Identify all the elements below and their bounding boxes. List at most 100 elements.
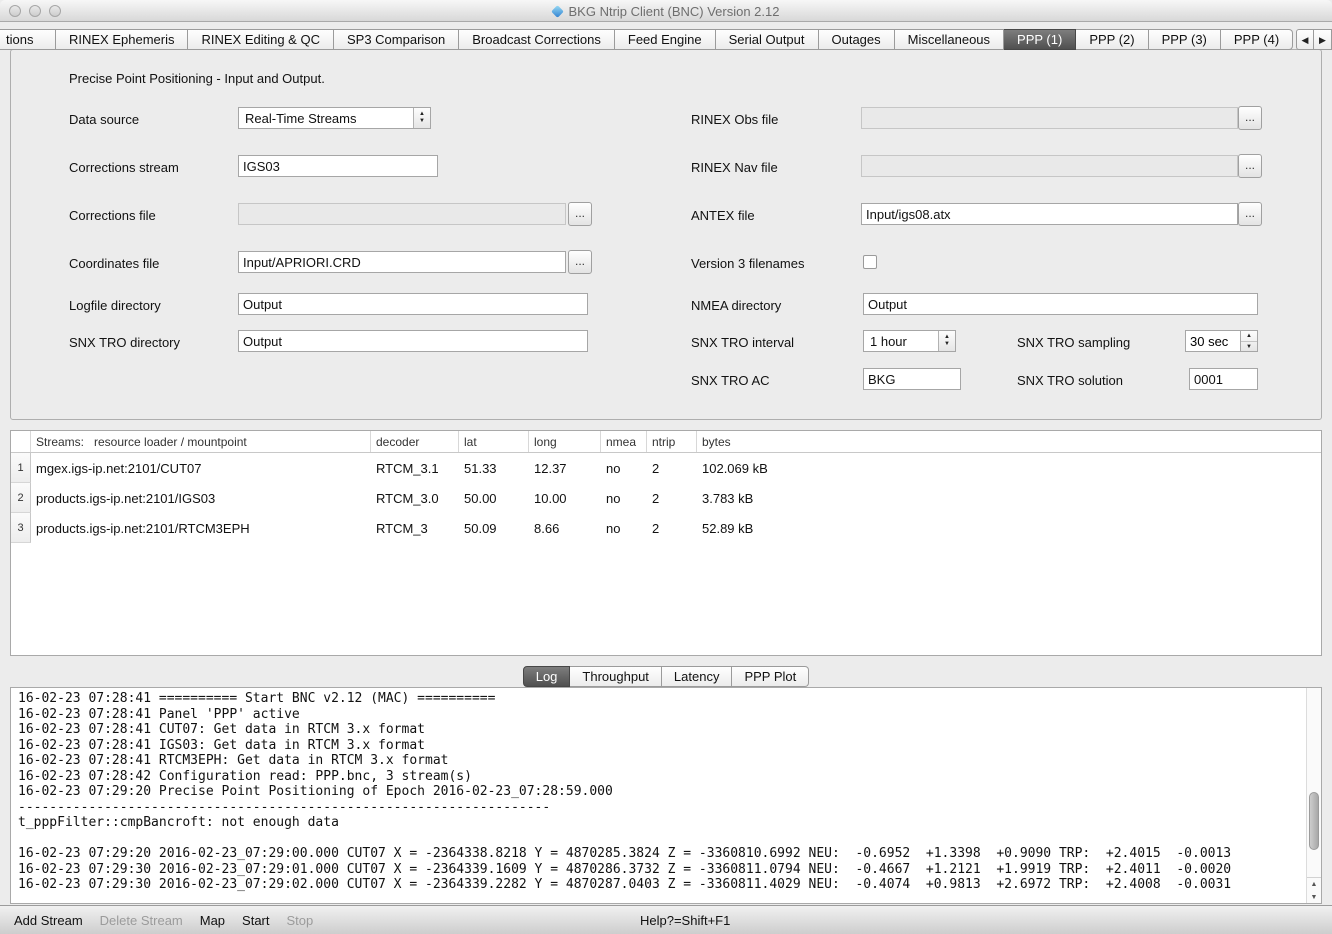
delete-stream-button[interactable]: Delete Stream <box>100 913 183 928</box>
minimize-window-button[interactable] <box>29 5 41 17</box>
close-window-button[interactable] <box>9 5 21 17</box>
tab-scroll-left-button[interactable]: ◀ <box>1296 29 1314 50</box>
tab-miscellaneous[interactable]: Miscellaneous <box>895 29 1004 50</box>
panel-heading: Precise Point Positioning - Input and Ou… <box>69 71 325 86</box>
corrections-file-label: Corrections file <box>69 208 156 223</box>
stepper-down-button[interactable]: ▼ <box>1241 341 1257 352</box>
scroll-up-button[interactable]: ▲ <box>1307 878 1321 891</box>
snx-tro-directory-input[interactable] <box>238 330 588 352</box>
antex-file-input[interactable] <box>861 203 1238 225</box>
rinex-nav-file-input <box>861 155 1238 177</box>
corrections-file-input <box>238 203 566 225</box>
main-tabbar: tions RINEX Ephemeris RINEX Editing & QC… <box>0 29 1293 50</box>
cell-lat: 50.00 <box>459 483 529 513</box>
combo-arrows-icon: ▲▼ <box>413 108 430 128</box>
coordinates-file-browse-button[interactable]: ... <box>568 250 592 274</box>
nmea-directory-label: NMEA directory <box>691 298 781 313</box>
cell-ntrip: 2 <box>647 513 697 543</box>
stream-row[interactable]: 3 products.igs-ip.net:2101/RTCM3EPH RTCM… <box>11 513 1321 543</box>
tab-feed-engine[interactable]: Feed Engine <box>615 29 716 50</box>
stream-row[interactable]: 2 products.igs-ip.net:2101/IGS03 RTCM_3.… <box>11 483 1321 513</box>
cell-decoder: RTCM_3.0 <box>371 483 459 513</box>
up-arrow-icon: ▲ <box>419 111 425 118</box>
stepper-up-button[interactable]: ▲ <box>1241 331 1257 341</box>
down-arrow-icon: ▼ <box>419 118 425 125</box>
tab-sp3-comparison[interactable]: SP3 Comparison <box>334 29 459 50</box>
data-source-select[interactable]: Real-Time Streams ▲▼ <box>238 107 431 129</box>
row-number-cell: 2 <box>11 483 31 513</box>
tab-latency[interactable]: Latency <box>662 666 733 687</box>
snx-tro-solution-input[interactable] <box>1189 368 1258 390</box>
cell-nmea: no <box>601 513 647 543</box>
stepper-arrows: ▲▼ <box>1241 330 1258 352</box>
logfile-directory-label: Logfile directory <box>69 298 161 313</box>
col-header-bytes: bytes <box>697 431 1321 452</box>
up-arrow-icon: ▲ <box>944 334 950 341</box>
streams-corner-cell <box>11 431 31 452</box>
rinex-nav-browse-button[interactable]: ... <box>1238 154 1262 178</box>
log-vertical-scrollbar[interactable]: ▲ ▼ <box>1306 688 1321 903</box>
tab-options-truncated[interactable]: tions <box>0 29 56 50</box>
corrections-stream-input[interactable] <box>238 155 438 177</box>
version3-filenames-checkbox[interactable] <box>863 255 877 269</box>
log-panel: 16-02-23 07:28:41 ========== Start BNC v… <box>10 687 1322 904</box>
tab-log[interactable]: Log <box>523 666 571 687</box>
tab-ppp-3[interactable]: PPP (3) <box>1149 29 1221 50</box>
log-output: 16-02-23 07:28:41 ========== Start BNC v… <box>11 688 1321 903</box>
ppp1-panel: Precise Point Positioning - Input and Ou… <box>10 49 1322 420</box>
tab-ppp-2[interactable]: PPP (2) <box>1076 29 1148 50</box>
row-number-cell: 1 <box>11 453 31 483</box>
snx-tro-solution-label: SNX TRO solution <box>1017 373 1123 388</box>
cell-bytes: 102.069 kB <box>697 453 1321 483</box>
tab-ppp-plot[interactable]: PPP Plot <box>732 666 809 687</box>
corrections-file-browse-button[interactable]: ... <box>568 202 592 226</box>
zoom-window-button[interactable] <box>49 5 61 17</box>
map-button[interactable]: Map <box>200 913 225 928</box>
down-arrow-icon: ▼ <box>944 341 950 348</box>
tab-rinex-editing-qc[interactable]: RINEX Editing & QC <box>188 29 334 50</box>
tab-scroll-right-button[interactable]: ▶ <box>1314 29 1332 50</box>
data-source-label: Data source <box>69 112 139 127</box>
col-header-ntrip: ntrip <box>647 431 697 452</box>
coordinates-file-input[interactable] <box>238 251 566 273</box>
scrollbar-arrow-buttons: ▲ ▼ <box>1307 877 1321 903</box>
mountpoint-header-text: resource loader / mountpoint <box>94 435 247 449</box>
tab-ppp-4[interactable]: PPP (4) <box>1221 29 1293 50</box>
antex-browse-button[interactable]: ... <box>1238 202 1262 226</box>
row-number-cell: 3 <box>11 513 31 543</box>
streams-label: Streams: <box>36 435 84 449</box>
window-title-text: BKG Ntrip Client (BNC) Version 2.12 <box>569 4 780 19</box>
tab-rinex-ephemeris[interactable]: RINEX Ephemeris <box>56 29 188 50</box>
tab-outages[interactable]: Outages <box>819 29 895 50</box>
corrections-stream-label: Corrections stream <box>69 160 179 175</box>
rinex-nav-file-label: RINEX Nav file <box>691 160 778 175</box>
rinex-obs-browse-button[interactable]: ... <box>1238 106 1262 130</box>
tab-serial-output[interactable]: Serial Output <box>716 29 819 50</box>
tab-ppp-1[interactable]: PPP (1) <box>1004 29 1076 50</box>
antex-file-label: ANTEX file <box>691 208 755 223</box>
tab-throughput[interactable]: Throughput <box>570 666 662 687</box>
data-source-value: Real-Time Streams <box>245 111 356 126</box>
logfile-directory-input[interactable] <box>238 293 588 315</box>
titlebar: BKG Ntrip Client (BNC) Version 2.12 <box>0 0 1332 22</box>
coordinates-file-label: Coordinates file <box>69 256 159 271</box>
add-stream-button[interactable]: Add Stream <box>14 913 83 928</box>
snx-tro-interval-select[interactable]: 1 hour ▲▼ <box>863 330 956 352</box>
cell-ntrip: 2 <box>647 453 697 483</box>
cell-ntrip: 2 <box>647 483 697 513</box>
stop-button[interactable]: Stop <box>287 913 314 928</box>
scroll-down-button[interactable]: ▼ <box>1307 891 1321 904</box>
snx-tro-interval-value: 1 hour <box>870 334 907 349</box>
streams-table-header: Streams:resource loader / mountpoint dec… <box>11 431 1321 453</box>
snx-tro-ac-input[interactable] <box>863 368 961 390</box>
app-icon <box>551 5 564 18</box>
cell-mountpoint: mgex.igs-ip.net:2101/CUT07 <box>31 453 371 483</box>
scrollbar-thumb[interactable] <box>1309 792 1319 850</box>
snx-tro-sampling-input[interactable] <box>1185 330 1241 352</box>
start-button[interactable]: Start <box>242 913 269 928</box>
stream-row[interactable]: 1 mgex.igs-ip.net:2101/CUT07 RTCM_3.1 51… <box>11 453 1321 483</box>
col-header-long: long <box>529 431 601 452</box>
combo-arrows-icon: ▲▼ <box>938 331 955 351</box>
tab-broadcast-corrections[interactable]: Broadcast Corrections <box>459 29 615 50</box>
nmea-directory-input[interactable] <box>863 293 1258 315</box>
